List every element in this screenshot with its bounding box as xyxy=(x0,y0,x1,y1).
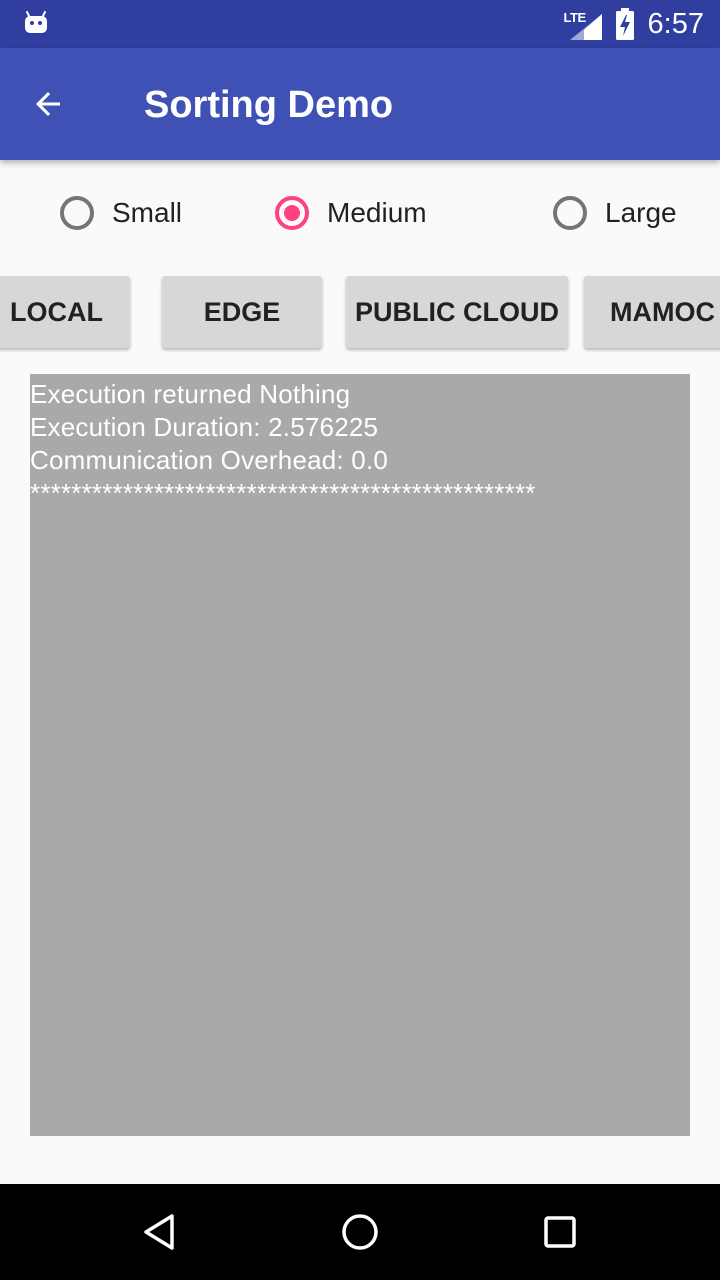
output-line: Execution Duration: 2.576225 xyxy=(30,412,379,442)
edge-button[interactable]: EDGE xyxy=(162,276,322,348)
status-clock: 6:57 xyxy=(647,7,704,40)
output-line: Communication Overhead: 0.0 xyxy=(30,445,389,475)
square-recents-icon xyxy=(544,1216,576,1248)
radio-unchecked-icon xyxy=(553,196,587,230)
local-button[interactable]: LOCAL xyxy=(0,276,130,348)
system-nav-bar xyxy=(0,1184,720,1280)
output-lines: Execution returned Nothing Execution Dur… xyxy=(30,374,690,510)
radio-medium-label: Medium xyxy=(327,197,427,228)
page-title: Sorting Demo xyxy=(144,84,394,126)
battery-charging-icon xyxy=(615,8,634,40)
cell-signal-icon xyxy=(569,14,602,40)
status-bar: LTE 6:57 xyxy=(0,0,720,48)
app-bar: Sorting Demo xyxy=(0,48,720,160)
status-icons: LTE 6:57 xyxy=(564,0,704,48)
radio-large[interactable]: Large xyxy=(553,190,677,236)
android-robot-icon xyxy=(25,11,47,33)
triangle-back-icon xyxy=(144,1214,174,1250)
app-screen: LTE 6:57 Sorting Demo Small Medium Large… xyxy=(0,0,720,1280)
nav-recents-button[interactable] xyxy=(536,1208,584,1256)
radio-checked-icon xyxy=(275,196,309,230)
circle-home-icon xyxy=(342,1214,378,1250)
radio-large-label: Large xyxy=(605,197,677,228)
radio-unchecked-icon xyxy=(60,196,94,230)
output-separator: ****************************************… xyxy=(30,478,536,508)
nav-home-button[interactable] xyxy=(336,1208,384,1256)
radio-dot xyxy=(284,205,300,221)
output-log[interactable]: Execution returned Nothing Execution Dur… xyxy=(30,374,690,1136)
radio-small-label: Small xyxy=(112,197,183,228)
mamoc-button[interactable]: MAMOC xyxy=(584,276,720,348)
signal-group: LTE xyxy=(564,8,602,40)
output-line: Execution returned Nothing xyxy=(30,379,351,409)
public-cloud-button[interactable]: PUBLIC CLOUD xyxy=(346,276,568,348)
arrow-left-icon xyxy=(36,92,60,116)
back-button[interactable] xyxy=(24,80,72,128)
radio-small[interactable]: Small xyxy=(60,190,182,236)
radio-medium[interactable]: Medium xyxy=(275,190,427,236)
nav-back-button[interactable] xyxy=(136,1208,184,1256)
